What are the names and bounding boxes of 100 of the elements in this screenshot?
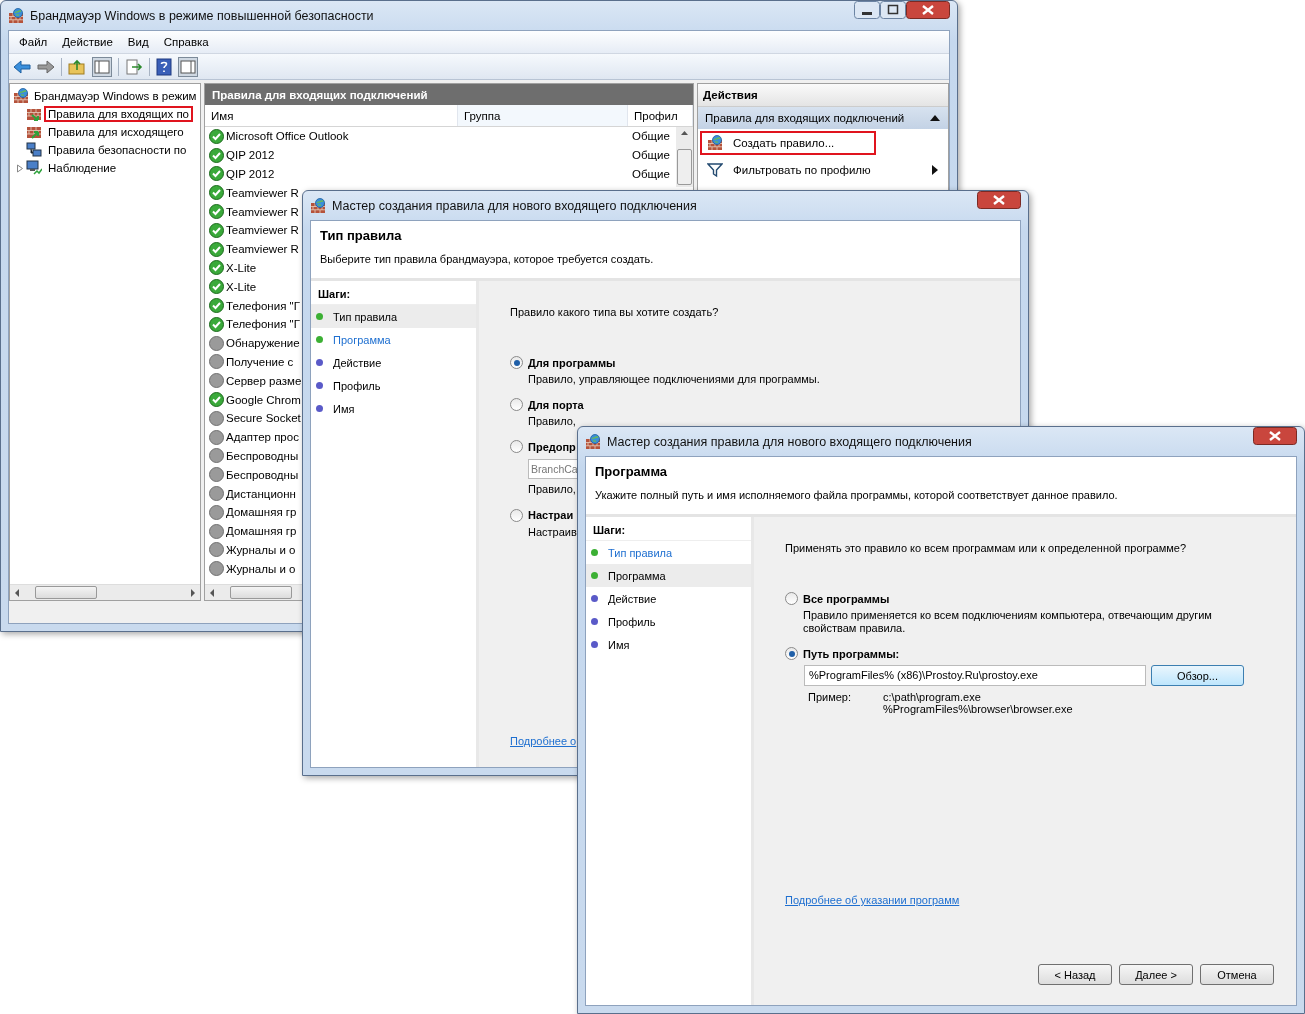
rule-name: Журналы и о [226, 562, 296, 575]
menu-item[interactable]: Файл [19, 36, 48, 48]
help-link[interactable]: Подробнее о [510, 735, 577, 747]
rule-name: Teamviewer R [226, 224, 299, 237]
rule-name: X-Lite [226, 261, 257, 274]
firewall-icon [8, 7, 24, 24]
option-description: Правило, [528, 483, 576, 497]
brick-wall-icon [26, 106, 42, 122]
forward-icon[interactable] [37, 58, 55, 75]
submenu-arrow-icon [932, 165, 938, 175]
back-icon[interactable] [13, 58, 31, 75]
firewall-icon [310, 197, 326, 214]
wizard-step[interactable]: Тип правила [586, 541, 751, 564]
wizard-step[interactable]: Программа [586, 564, 751, 587]
rule-name: Дистанционн [226, 487, 296, 500]
profile-cell: Общие [632, 130, 670, 143]
radio-button[interactable] [785, 592, 798, 605]
wizard-step[interactable]: Профиль [311, 374, 476, 397]
wizard-step[interactable]: Имя [586, 633, 751, 656]
action-item[interactable]: Фильтровать по профилю [700, 158, 940, 182]
brick-wall-icon [26, 124, 42, 140]
new-rule-icon [707, 135, 723, 151]
wizard-step[interactable]: Тип правила [311, 305, 476, 328]
option-label[interactable]: Все программы [803, 592, 890, 605]
example-path: %ProgramFiles%\browser\browser.exe [883, 703, 1073, 716]
maximize-icon[interactable] [880, 1, 906, 19]
option-description: Настраив [528, 525, 577, 539]
close-icon[interactable] [977, 191, 1021, 209]
question-text: Применять это правило ко всем программам или к определенной программе? [785, 542, 1188, 554]
path-field[interactable]: %ProgramFiles% (x86)\Prostoy.Ru\prostoy.exe [804, 665, 1146, 687]
option-description: Правило, управляющее подключениями для программы. [528, 373, 820, 387]
option-label[interactable]: Настраи [528, 509, 574, 522]
folder-up-icon[interactable] [68, 58, 86, 75]
firewall-icon [13, 88, 29, 104]
tree-item[interactable]: Наблюдение [44, 160, 121, 176]
rule-name: QIP 2012 [226, 168, 275, 180]
rule-name: Телефония "Г [226, 318, 300, 331]
radio-button[interactable] [510, 440, 523, 454]
wizard-subtitle: Выберите тип правила брандмауэра, которое требуется создать. [320, 253, 655, 265]
wizard-step[interactable]: Действие [586, 587, 751, 610]
action-item[interactable]: Создать правило... [700, 131, 876, 155]
column-header[interactable]: Профил [628, 105, 693, 126]
rule-name: X-Lite [226, 280, 257, 293]
menu-item[interactable]: Действие [62, 36, 113, 48]
wizard-step[interactable]: Действие [311, 351, 476, 374]
wizard-button[interactable]: < Назад [1038, 964, 1112, 985]
radio-button[interactable] [510, 356, 523, 369]
wizard-step[interactable]: Имя [311, 397, 476, 420]
option-label[interactable]: Для программы [528, 356, 616, 369]
scrollbar[interactable] [676, 127, 693, 187]
radio-button[interactable] [510, 398, 523, 412]
wizard-button[interactable]: Далее > [1119, 964, 1193, 985]
window-title: Брандмауэр Windows в режиме повышенной безопасности [30, 8, 374, 23]
firewall-icon [585, 433, 601, 450]
actions-title: Действия [698, 84, 948, 107]
option-label[interactable]: Предопр [528, 440, 576, 453]
tree-item[interactable]: Правила для входящих по [44, 106, 193, 122]
rule-name: Сервер разме [226, 374, 302, 387]
rule-name: Secure Socket [226, 412, 301, 425]
close-icon[interactable] [906, 1, 950, 19]
browse-button[interactable]: Обзор... [1151, 665, 1244, 687]
scrollbar[interactable] [10, 584, 200, 600]
rule-name: Получение с [226, 355, 294, 368]
export-icon[interactable] [125, 58, 143, 75]
radio-button[interactable] [510, 508, 523, 522]
scroll-thumb[interactable] [677, 149, 692, 185]
question-text: Правило какого типа вы хотите создать? [510, 306, 720, 318]
close-icon[interactable] [1253, 427, 1297, 445]
expand-icon[interactable] [16, 163, 24, 173]
minimize-icon[interactable] [854, 1, 880, 19]
example-path: c:\path\program.exe [883, 691, 982, 704]
tree-item[interactable]: Брандмауэр Windows в режим [31, 88, 200, 104]
panel-icon[interactable] [178, 56, 198, 77]
radio-button[interactable] [785, 647, 798, 661]
menu-item[interactable]: Справка [163, 36, 209, 48]
option-description: Правило применяется ко всем подключениям компьютера, отвечающим другим свойствам правила. [803, 609, 1213, 636]
option-label[interactable]: Для порта [528, 398, 584, 411]
menu-item[interactable]: Вид [127, 36, 149, 48]
panel-title: Правила для входящих подключений [205, 84, 693, 105]
wizard-button[interactable]: Отмена [1200, 964, 1274, 985]
rule-name: Google Chrom [226, 393, 301, 406]
computers-icon [26, 142, 42, 158]
help-icon[interactable] [156, 57, 172, 76]
filter-icon [707, 162, 723, 178]
tree-item[interactable]: Правила для исходящего [44, 124, 188, 140]
wizard-step[interactable]: Профиль [586, 610, 751, 633]
scroll-thumb[interactable] [230, 586, 292, 599]
panel-icon[interactable] [92, 56, 112, 77]
column-header[interactable]: Группа [458, 105, 628, 126]
actions-group-header[interactable]: Правила для входящих подключений [698, 107, 948, 129]
help-link[interactable]: Подробнее об указании программ [785, 894, 960, 906]
tree-item[interactable]: Правила безопасности по [44, 142, 191, 158]
scroll-thumb[interactable] [35, 586, 97, 599]
wizard-heading: Программа [595, 464, 669, 479]
wizard-step[interactable]: Программа [311, 328, 476, 351]
example-label: Пример: [808, 691, 853, 706]
rule-name: Teamviewer R [226, 186, 299, 199]
rule-name: Teamviewer R [226, 205, 299, 218]
option-label[interactable]: Путь программы: [803, 647, 900, 660]
collapse-icon[interactable] [930, 115, 940, 121]
